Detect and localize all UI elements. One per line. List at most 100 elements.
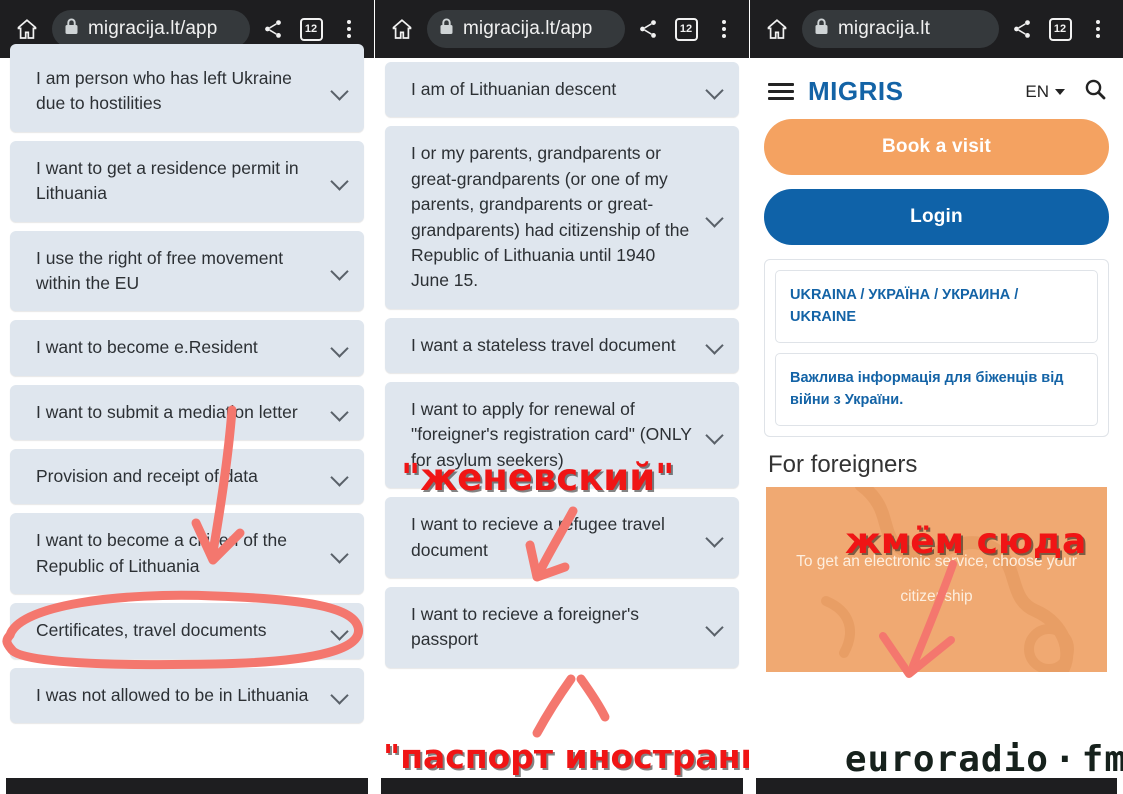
kebab-menu-icon[interactable] xyxy=(1083,20,1113,38)
share-icon[interactable] xyxy=(1007,18,1037,40)
accordion-label: I want to become a citizen of the Republ… xyxy=(36,530,287,576)
bottom-bar-right xyxy=(756,778,1117,794)
chevron-down-icon xyxy=(705,208,725,228)
annotation-arrow-to-foreigners-passport xyxy=(532,674,610,738)
lock-icon xyxy=(64,18,79,40)
accordion-item[interactable]: I want to recieve a refugee travel docum… xyxy=(385,497,739,578)
hamburger-menu-icon[interactable] xyxy=(768,83,794,100)
section-title-for-foreigners: For foreigners xyxy=(768,450,918,478)
info-link-refugees[interactable]: Важлива інформація для біженців від війн… xyxy=(775,352,1098,426)
accordion-label: I want to get a residence permit in Lith… xyxy=(36,157,299,204)
chevron-down-icon xyxy=(330,338,350,358)
accordion-item[interactable]: I use the right of free movement within … xyxy=(10,230,364,312)
accordion-label: Provision and receipt of data xyxy=(36,466,258,486)
home-icon[interactable] xyxy=(760,17,794,41)
site-header: MIGRIS EN xyxy=(750,58,1123,119)
language-selector[interactable]: EN xyxy=(1025,82,1065,102)
watermark-radio: radio xyxy=(935,739,1049,780)
accordion-label: I or my parents, grandparents or great-g… xyxy=(411,143,690,291)
tab-count-icon[interactable]: 12 xyxy=(296,17,326,41)
share-icon[interactable] xyxy=(258,18,288,40)
chevron-down-icon xyxy=(330,544,350,564)
accordion-item[interactable]: I was not allowed to be in Lithuania xyxy=(10,667,364,723)
hero-text: To get an electronic service, choose you… xyxy=(796,552,1077,606)
panel-left: migracija.lt/app 12 I am person who has … xyxy=(0,0,374,794)
kebab-menu-icon[interactable] xyxy=(709,20,739,38)
address-bar[interactable]: migracija.lt/app xyxy=(52,10,250,48)
login-button[interactable]: Login xyxy=(764,189,1109,245)
chevron-down-icon xyxy=(330,261,350,281)
info-link-ukraine[interactable]: UKRAINA / УКРАЇНА / УКРАИНА / UKRAINE xyxy=(775,270,1098,343)
accordion-item[interactable]: I want to get a residence permit in Lith… xyxy=(10,140,364,222)
watermark-dot: · xyxy=(1053,739,1077,780)
watermark-fm: fm xyxy=(1081,739,1123,780)
chevron-down-icon xyxy=(330,402,350,422)
accordion-label: I am person who has left Ukraine due to … xyxy=(36,68,292,114)
accordion-label: I am of Lithuanian descent xyxy=(411,79,617,99)
tab-count-label: 12 xyxy=(299,17,323,41)
accordion-label: I use the right of free movement within … xyxy=(36,247,284,293)
home-icon[interactable] xyxy=(10,17,44,41)
accordion-item[interactable]: I or my parents, grandparents or great-g… xyxy=(385,126,739,309)
accordion-label: Certificates, travel documents xyxy=(36,620,267,641)
screenshot-collage: migracija.lt/app 12 I am person who has … xyxy=(0,0,1123,794)
chevron-down-icon xyxy=(705,528,725,548)
accordion-label: I want to become e.Resident xyxy=(36,337,258,358)
share-icon[interactable] xyxy=(633,18,663,40)
accordion-list-middle: I am of Lithuanian descent I or my paren… xyxy=(375,58,749,668)
accordion-item-renewal[interactable]: I want to apply for renewal of "foreigne… xyxy=(385,382,739,489)
accordion-item[interactable]: I want to become e.Resident xyxy=(10,320,364,376)
chevron-down-icon xyxy=(1055,88,1065,95)
accordion-item[interactable]: I am person who has left Ukraine due to … xyxy=(10,44,364,132)
accordion-label: I want to recieve a refugee travel docum… xyxy=(411,514,665,560)
annotation-pasport-inostranca: "паспорт иностранца" xyxy=(383,737,749,776)
lock-icon xyxy=(439,18,454,40)
accordion-label: I want a stateless travel document xyxy=(411,334,676,355)
header-actions: EN xyxy=(1025,77,1107,106)
chevron-down-icon xyxy=(330,467,350,487)
site-logo[interactable]: MIGRIS xyxy=(808,76,903,107)
bottom-bar-left xyxy=(6,778,368,794)
chevron-down-icon xyxy=(330,685,350,705)
chevron-down-icon xyxy=(705,617,725,637)
accordion-item-certificates[interactable]: Certificates, travel documents xyxy=(10,603,364,659)
accordion-item[interactable]: I am of Lithuanian descent xyxy=(385,62,739,118)
accordion-label: I was not allowed to be in Lithuania xyxy=(36,684,309,705)
search-icon[interactable] xyxy=(1083,77,1107,106)
chevron-down-icon xyxy=(705,80,725,100)
book-a-visit-button[interactable]: Book a visit xyxy=(764,119,1109,175)
watermark-euro: euro xyxy=(844,739,936,780)
address-bar[interactable]: migracija.lt xyxy=(802,10,999,48)
accordion-item[interactable]: I want to become a citizen of the Republ… xyxy=(10,513,364,595)
panel-middle: migracija.lt/app 12 I am of Lithuanian d… xyxy=(375,0,749,794)
tab-count-icon[interactable]: 12 xyxy=(671,17,701,41)
url-text: migracija.lt/app xyxy=(463,18,593,39)
browser-chrome-middle: migracija.lt/app 12 xyxy=(375,0,749,58)
tab-count-label: 12 xyxy=(1048,17,1072,41)
chevron-down-icon xyxy=(330,171,350,191)
chevron-down-icon xyxy=(705,425,725,445)
accordion-item[interactable]: I want to submit a mediation letter xyxy=(10,384,364,440)
url-text: migracija.lt/app xyxy=(88,18,218,39)
browser-chrome-right: migracija.lt 12 xyxy=(750,0,1123,58)
accordion-label: I want to recieve a foreigner's passport xyxy=(411,603,640,650)
accordion-label: I want to apply for renewal of "foreigne… xyxy=(411,399,692,470)
url-text: migracija.lt xyxy=(838,18,930,39)
tab-count-label: 12 xyxy=(674,17,698,41)
chevron-down-icon xyxy=(705,335,725,355)
lock-icon xyxy=(814,18,829,40)
home-icon[interactable] xyxy=(385,17,419,41)
euroradio-watermark: euro radio · fm xyxy=(845,739,1123,780)
accordion-item[interactable]: I want a stateless travel document xyxy=(385,317,739,373)
kebab-menu-icon[interactable] xyxy=(334,20,364,38)
migris-site: MIGRIS EN Book a visit Login UKRAINA / У… xyxy=(750,58,1123,778)
accordion-list-left: I am person who has left Ukraine due to … xyxy=(0,44,374,723)
chevron-down-icon xyxy=(330,621,350,641)
address-bar[interactable]: migracija.lt/app xyxy=(427,10,625,48)
accordion-item-foreigners-passport[interactable]: I want to recieve a foreigner's passport xyxy=(385,586,739,668)
panel-right: migracija.lt 12 MIGRIS EN Book a visit L… xyxy=(750,0,1123,794)
tab-count-icon[interactable]: 12 xyxy=(1045,17,1075,41)
hero-banner[interactable]: To get an electronic service, choose you… xyxy=(766,486,1107,672)
chevron-down-icon xyxy=(330,81,350,101)
accordion-item[interactable]: Provision and receipt of data xyxy=(10,449,364,505)
